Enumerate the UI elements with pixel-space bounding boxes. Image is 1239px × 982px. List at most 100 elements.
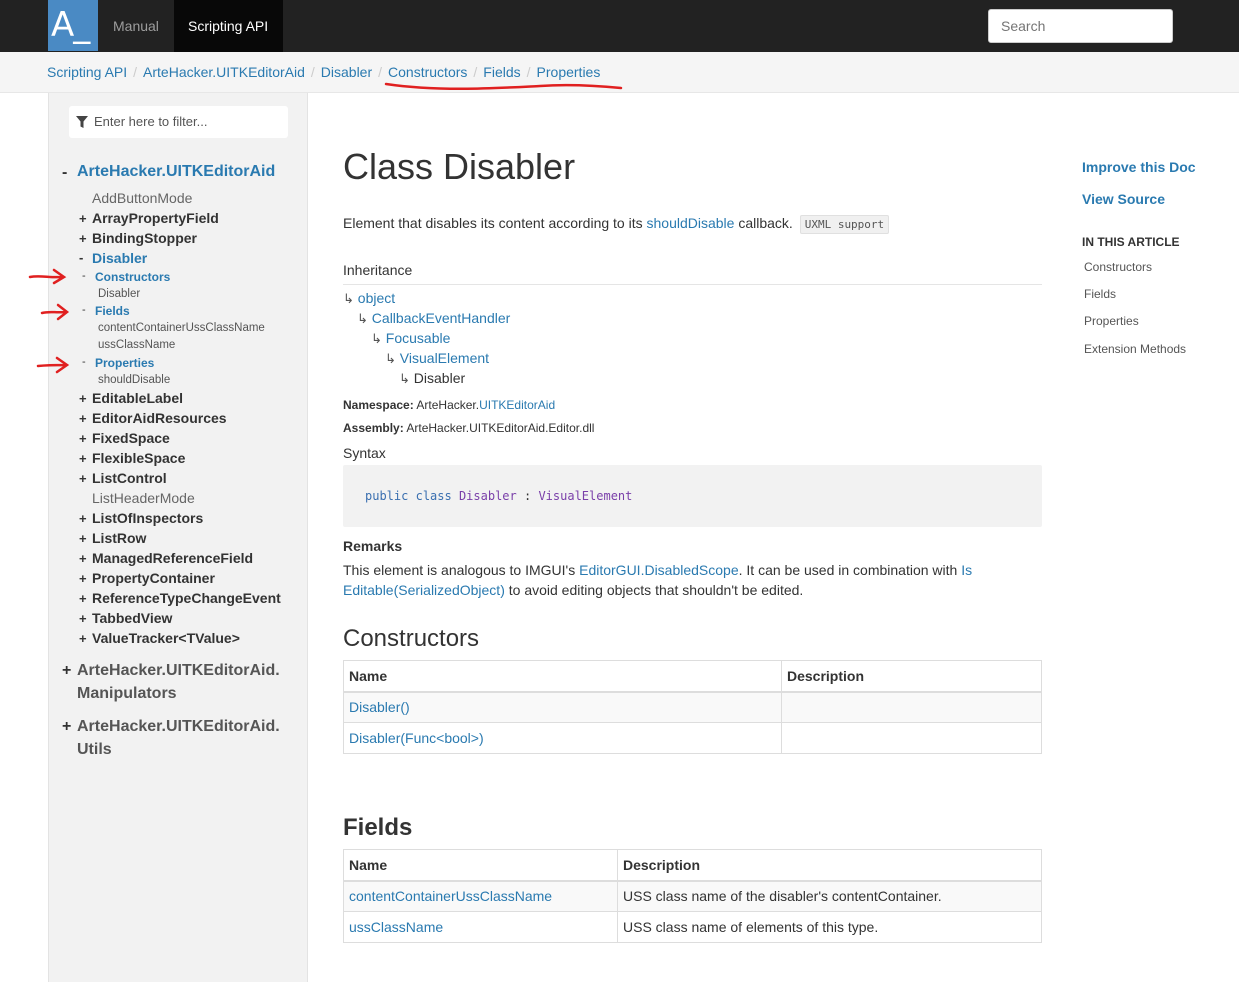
remarks-label: Remarks bbox=[343, 538, 403, 554]
sidebar-namespace-continued[interactable]: Utils bbox=[77, 739, 112, 761]
remarks-link-iseditable-2[interactable]: Editable(SerializedObject) bbox=[343, 582, 505, 598]
sidebar-class-propertycontainer[interactable]: PropertyContainer bbox=[92, 570, 215, 586]
annotation-arrow-icon bbox=[36, 356, 70, 374]
table-row: ussClassName USS class name of elements o… bbox=[343, 911, 1042, 943]
expand-toggle[interactable]: + bbox=[79, 571, 87, 586]
namespace-expand-toggle[interactable]: + bbox=[62, 662, 71, 680]
collapse-toggle[interactable]: - bbox=[82, 270, 86, 282]
expand-toggle[interactable]: + bbox=[79, 531, 87, 546]
breadcrumb-namespace[interactable]: ArteHacker.UITKEditorAid bbox=[143, 64, 305, 80]
expand-toggle[interactable]: + bbox=[79, 231, 87, 246]
nav-scripting-api[interactable]: Scripting API bbox=[174, 0, 283, 52]
namespace-link[interactable]: UITKEditorAid bbox=[479, 398, 555, 412]
sidebar-member-shoulddisable[interactable]: shouldDisable bbox=[98, 374, 170, 386]
inheritance-item: ↳ VisualElement bbox=[385, 350, 490, 366]
namespace-expand-toggle[interactable]: + bbox=[62, 718, 71, 736]
sidebar-member-ussclassname[interactable]: ussClassName bbox=[98, 339, 175, 351]
expand-toggle[interactable]: + bbox=[79, 451, 87, 466]
remarks-link-iseditable[interactable]: Is bbox=[961, 562, 972, 578]
field-link[interactable]: contentContainerUssClassName bbox=[349, 888, 552, 904]
expand-toggle[interactable]: + bbox=[79, 211, 87, 226]
class-summary: Element that disables its content accord… bbox=[343, 215, 890, 234]
aside-link-extension-methods[interactable]: Extension Methods bbox=[1084, 342, 1186, 356]
sidebar-class-valuetrackertvalue[interactable]: ValueTracker<TValue> bbox=[92, 630, 240, 646]
improve-doc-link[interactable]: Improve this Doc bbox=[1082, 159, 1196, 175]
breadcrumb-fields[interactable]: Fields bbox=[483, 64, 520, 80]
sidebar-namespace-continued[interactable]: Manipulators bbox=[77, 683, 177, 705]
filter-placeholder: Enter here to filter... bbox=[94, 114, 208, 129]
collapse-toggle[interactable]: - bbox=[79, 250, 83, 265]
constructor-description bbox=[781, 722, 1042, 754]
sidebar-class-fixedspace[interactable]: FixedSpace bbox=[92, 430, 170, 446]
sidebar-class-flexiblespace[interactable]: FlexibleSpace bbox=[92, 450, 185, 466]
sidebar: Enter here to filter... - ArteHacker.UIT… bbox=[48, 93, 308, 982]
sidebar-class-editablelabel[interactable]: EditableLabel bbox=[92, 390, 183, 406]
sidebar-group-fields[interactable]: Fields bbox=[95, 304, 130, 318]
sidebar-class-listheadermode[interactable]: ListHeaderMode bbox=[92, 490, 195, 506]
constructors-heading: Constructors bbox=[343, 625, 480, 652]
search-input[interactable] bbox=[988, 9, 1173, 43]
sidebar-namespace[interactable]: ArteHacker.UITKEditorAid. bbox=[77, 660, 280, 682]
summary-text: Element that disables its content accord… bbox=[343, 215, 647, 231]
sidebar-namespace[interactable]: ArteHacker.UITKEditorAid. bbox=[77, 716, 280, 738]
sidebar-class-disabler[interactable]: Disabler bbox=[92, 250, 147, 266]
summary-link-shoulddisable[interactable]: shouldDisable bbox=[647, 215, 735, 231]
inheritance-link-focusable[interactable]: Focusable bbox=[386, 330, 451, 346]
expand-toggle[interactable]: + bbox=[79, 631, 87, 646]
sidebar-class-tabbedview[interactable]: TabbedView bbox=[92, 610, 172, 626]
sidebar-group-constructors[interactable]: Constructors bbox=[95, 270, 170, 284]
filter-input[interactable]: Enter here to filter... bbox=[69, 106, 288, 138]
inheritance-link-object[interactable]: object bbox=[358, 290, 395, 306]
remarks-link-disabledscope[interactable]: EditorGUI.DisabledScope bbox=[579, 562, 739, 578]
constructor-link[interactable]: Disabler(Func<bool>) bbox=[349, 730, 484, 746]
inheritance-link-visualelement[interactable]: VisualElement bbox=[400, 350, 489, 366]
sidebar-class-listofinspectors[interactable]: ListOfInspectors bbox=[92, 510, 203, 526]
expand-toggle[interactable]: + bbox=[79, 511, 87, 526]
aside-link-constructors[interactable]: Constructors bbox=[1084, 260, 1152, 274]
field-link[interactable]: ussClassName bbox=[349, 919, 443, 935]
breadcrumb-scripting-api[interactable]: Scripting API bbox=[47, 64, 127, 80]
sidebar-class-bindingstopper[interactable]: BindingStopper bbox=[92, 230, 197, 246]
table-row: Disabler(Func<bool>) bbox=[343, 722, 1042, 754]
sidebar-group-properties[interactable]: Properties bbox=[95, 356, 154, 370]
inheritance-label: Inheritance bbox=[343, 262, 413, 278]
namespace-line: Namespace: ArteHacker.UITKEditorAid bbox=[343, 398, 556, 412]
expand-toggle[interactable]: + bbox=[79, 471, 87, 486]
sidebar-member-disabler[interactable]: Disabler bbox=[98, 288, 140, 300]
breadcrumb: Scripting API / ArteHacker.UITKEditorAid / D… bbox=[47, 64, 601, 80]
constructor-link[interactable]: Disabler() bbox=[349, 699, 410, 715]
sidebar-member-contentcontainerussclassname[interactable]: contentContainerUssClassName bbox=[98, 322, 265, 334]
sidebar-class-referencetypechangeevent[interactable]: ReferenceTypeChangeEvent bbox=[92, 590, 281, 606]
view-source-link[interactable]: View Source bbox=[1082, 191, 1165, 207]
sidebar-class-addbuttonmode[interactable]: AddButtonMode bbox=[92, 190, 192, 206]
sidebar-namespace[interactable]: ArteHacker.UITKEditorAid bbox=[77, 161, 275, 183]
filter-icon bbox=[76, 116, 88, 128]
expand-toggle[interactable]: + bbox=[79, 591, 87, 606]
logo[interactable]: A_ bbox=[48, 0, 98, 51]
sidebar-class-listrow[interactable]: ListRow bbox=[92, 530, 146, 546]
namespace-collapse-toggle[interactable]: - bbox=[62, 164, 67, 182]
expand-toggle[interactable]: + bbox=[79, 391, 87, 406]
sidebar-class-managedreferencefield[interactable]: ManagedReferenceField bbox=[92, 550, 253, 566]
field-description: USS class name of the disabler's content… bbox=[617, 880, 1042, 912]
assembly-line: Assembly: ArteHacker.UITKEditorAid.Edito… bbox=[343, 421, 595, 435]
aside-link-properties[interactable]: Properties bbox=[1084, 314, 1139, 328]
sidebar-class-editoraidresources[interactable]: EditorAidResources bbox=[92, 410, 227, 426]
inheritance-link-callbackeventhandler[interactable]: CallbackEventHandler bbox=[372, 310, 511, 326]
in-this-article-heading: IN THIS ARTICLE bbox=[1082, 235, 1180, 249]
annotation-arrow-icon bbox=[28, 268, 67, 285]
sidebar-class-listcontrol[interactable]: ListControl bbox=[92, 470, 167, 486]
collapse-toggle[interactable]: - bbox=[82, 304, 86, 316]
expand-toggle[interactable]: + bbox=[79, 551, 87, 566]
breadcrumb-properties[interactable]: Properties bbox=[537, 64, 601, 80]
expand-toggle[interactable]: + bbox=[79, 431, 87, 446]
nav-manual[interactable]: Manual bbox=[99, 0, 173, 52]
breadcrumb-disabler[interactable]: Disabler bbox=[321, 64, 372, 80]
collapse-toggle[interactable]: - bbox=[82, 356, 86, 368]
sidebar-class-arraypropertyfield[interactable]: ArrayPropertyField bbox=[92, 210, 219, 226]
aside-link-fields[interactable]: Fields bbox=[1084, 287, 1116, 301]
breadcrumb-constructors[interactable]: Constructors bbox=[388, 64, 467, 80]
expand-toggle[interactable]: + bbox=[79, 411, 87, 426]
expand-toggle[interactable]: + bbox=[79, 611, 87, 626]
inheritance-current: Disabler bbox=[413, 370, 466, 386]
